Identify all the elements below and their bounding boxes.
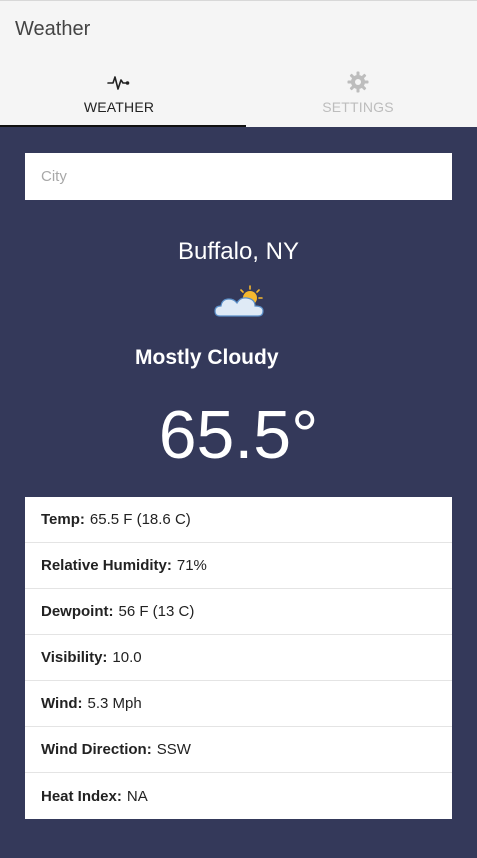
detail-label: Dewpoint: [41,603,114,620]
detail-value: NA [126,787,148,805]
weather-condition: Mostly Cloudy [135,346,279,369]
detail-row-wind-direction: Wind Direction: SSW [25,727,452,773]
detail-label: Visibility: [41,649,108,666]
active-tab-indicator [0,125,246,127]
detail-label: Wind: [41,695,83,712]
app-header: Weather WEATHER SETTINGS [0,0,477,127]
detail-row-temp: Temp: 65.5 F (18.6 C) [25,497,452,543]
current-temperature: 65.5° [158,397,319,473]
pulse-icon [107,76,130,90]
detail-label: Wind Direction: [41,741,152,758]
weather-details-list: Temp: 65.5 F (18.6 C) Relative Humidity:… [25,497,452,819]
city-search-input[interactable] [25,153,452,200]
detail-row-dewpoint: Dewpoint: 56 F (13 C) [25,589,452,635]
detail-label: Temp: [41,511,85,528]
app-title: Weather [15,18,91,40]
detail-label: Relative Humidity: [41,557,172,574]
tab-settings[interactable]: SETTINGS [239,61,477,128]
detail-value: 10.0 [112,649,142,666]
partly-cloudy-icon [214,285,264,317]
detail-row-visibility: Visibility: 10.0 [25,635,452,681]
detail-value: 71% [176,557,207,574]
detail-value: SSW [156,741,191,758]
location-name: Buffalo, NY [178,238,299,265]
detail-row-wind: Wind: 5.3 Mph [25,681,452,727]
detail-value: 56 F (13 C) [118,603,195,620]
gear-icon [347,71,369,93]
detail-row-humidity: Relative Humidity: 71% [25,543,452,589]
detail-value: 5.3 Mph [87,695,142,712]
tab-weather[interactable]: WEATHER [0,61,238,128]
detail-label: Heat Index: [41,787,122,805]
detail-value: 65.5 F (18.6 C) [89,511,191,528]
tab-settings-label: SETTINGS [322,99,394,115]
tab-weather-label: WEATHER [83,99,155,115]
detail-row-heat-index: Heat Index: NA [25,773,452,819]
